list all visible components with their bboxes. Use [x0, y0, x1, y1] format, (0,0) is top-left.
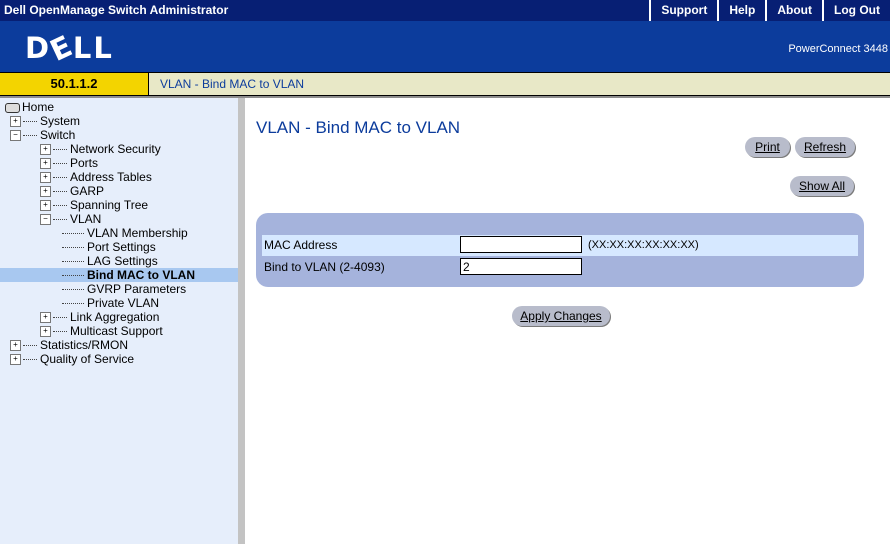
tree-item-link-aggregation[interactable]: + Link Aggregation: [40, 310, 159, 324]
tree-item-label: Home: [22, 100, 55, 114]
tree-item-vlan[interactable]: − VLAN: [40, 212, 101, 226]
expand-icon[interactable]: +: [40, 144, 51, 156]
bind-vlan-input[interactable]: [460, 258, 582, 275]
tree-item-system[interactable]: + System: [10, 114, 80, 128]
logout-link[interactable]: Log Out: [822, 0, 890, 21]
expand-icon[interactable]: +: [40, 200, 51, 212]
tree-item-network-security[interactable]: + Network Security: [40, 142, 161, 156]
mac-address-label: MAC Address: [264, 238, 338, 252]
tree-item-label: Spanning Tree: [70, 198, 149, 212]
tree-item-lag-settings[interactable]: LAG Settings: [62, 254, 158, 268]
tree-item-home[interactable]: Home: [5, 100, 54, 114]
tree-item-switch[interactable]: − Switch: [10, 128, 75, 142]
tree-item-label: Network Security: [70, 142, 161, 156]
collapse-icon[interactable]: −: [10, 130, 21, 142]
tree-item-label: Multicast Support: [70, 324, 163, 338]
breadcrumb: VLAN - Bind MAC to VLAN: [160, 77, 305, 91]
expand-icon[interactable]: +: [10, 116, 21, 128]
print-button[interactable]: Print: [745, 137, 790, 157]
device-ip: 50.1.1.2: [0, 73, 149, 95]
tree-item-label: Port Settings: [87, 240, 156, 254]
tree-item-label: Address Tables: [70, 170, 152, 184]
tree-item-label: GVRP Parameters: [87, 282, 187, 296]
tree-item-label: Private VLAN: [87, 296, 160, 310]
tree-item-bind-mac-to-vlan[interactable]: Bind MAC to VLAN: [0, 268, 238, 282]
support-link[interactable]: Support: [649, 0, 717, 21]
tree-item-label: Quality of Service: [40, 352, 135, 366]
expand-icon[interactable]: +: [40, 158, 51, 170]
form-panel: MAC Address (XX:XX:XX:XX:XX:XX) Bind to …: [256, 213, 864, 287]
tree-item-multicast-support[interactable]: + Multicast Support: [40, 324, 163, 338]
expand-icon[interactable]: +: [10, 354, 21, 366]
tree-item-label: GARP: [70, 184, 105, 198]
title-bar: Dell OpenManage Switch Administrator Sup…: [0, 0, 890, 22]
about-link[interactable]: About: [765, 0, 822, 21]
mac-format-hint: (XX:XX:XX:XX:XX:XX): [588, 239, 699, 251]
mac-address-row: MAC Address (XX:XX:XX:XX:XX:XX): [262, 235, 858, 256]
show-all-button[interactable]: Show All: [790, 176, 854, 196]
tree-item-vlan-membership[interactable]: VLAN Membership: [62, 226, 188, 240]
help-link[interactable]: Help: [717, 0, 765, 21]
tree-item-label: LAG Settings: [87, 254, 158, 268]
product-name: PowerConnect 3448: [788, 43, 888, 55]
expand-icon[interactable]: +: [10, 340, 21, 352]
tree-item-label: VLAN Membership: [87, 226, 188, 240]
tree-item-private-vlan[interactable]: Private VLAN: [62, 296, 159, 310]
top-nav: Support Help About Log Out: [649, 0, 890, 21]
tree-item-gvrp-parameters[interactable]: GVRP Parameters: [62, 282, 186, 296]
bind-vlan-label: Bind to VLAN (2-4093): [264, 260, 385, 274]
tree-item-label: System: [40, 114, 81, 128]
sidebar-tree: Home + System − Switch + Network Security +…: [0, 98, 245, 544]
tree-item-label: VLAN: [70, 212, 102, 226]
expand-icon[interactable]: +: [40, 186, 51, 198]
tree-item-port-settings[interactable]: Port Settings: [62, 240, 156, 254]
refresh-button[interactable]: Refresh: [795, 137, 855, 157]
tree-item-statistics-rmon[interactable]: + Statistics/RMON: [10, 338, 128, 352]
bind-vlan-row: Bind to VLAN (2-4093): [262, 257, 858, 278]
collapse-icon[interactable]: −: [40, 214, 51, 226]
dell-logo: DELL: [25, 27, 114, 69]
address-row: 50.1.1.2 VLAN - Bind MAC to VLAN: [0, 72, 890, 96]
expand-icon[interactable]: +: [40, 326, 51, 338]
mac-address-input[interactable]: [460, 236, 582, 253]
main-content: VLAN - Bind MAC to VLAN Print Refresh Sh…: [245, 98, 890, 544]
brand-banner: DELL PowerConnect 3448: [0, 21, 890, 72]
tree-item-label: Switch: [40, 128, 76, 142]
expand-icon[interactable]: +: [40, 172, 51, 184]
tree-item-ports[interactable]: + Ports: [40, 156, 98, 170]
app-title: Dell OpenManage Switch Administrator: [4, 3, 229, 17]
tree-item-label: Link Aggregation: [70, 310, 160, 324]
expand-icon[interactable]: +: [40, 312, 51, 324]
home-icon: [5, 102, 20, 113]
tree-item-quality-of-service[interactable]: + Quality of Service: [10, 352, 134, 366]
tree-item-garp[interactable]: + GARP: [40, 184, 104, 198]
tree-item-label: Bind MAC to VLAN: [87, 268, 195, 282]
tree-item-label: Ports: [70, 156, 99, 170]
tree-item-label: Statistics/RMON: [40, 338, 129, 352]
apply-changes-button[interactable]: Apply Changes: [512, 306, 610, 326]
page-title: VLAN - Bind MAC to VLAN: [256, 118, 461, 137]
tree-item-address-tables[interactable]: + Address Tables: [40, 170, 152, 184]
tree-item-spanning-tree[interactable]: + Spanning Tree: [40, 198, 148, 212]
